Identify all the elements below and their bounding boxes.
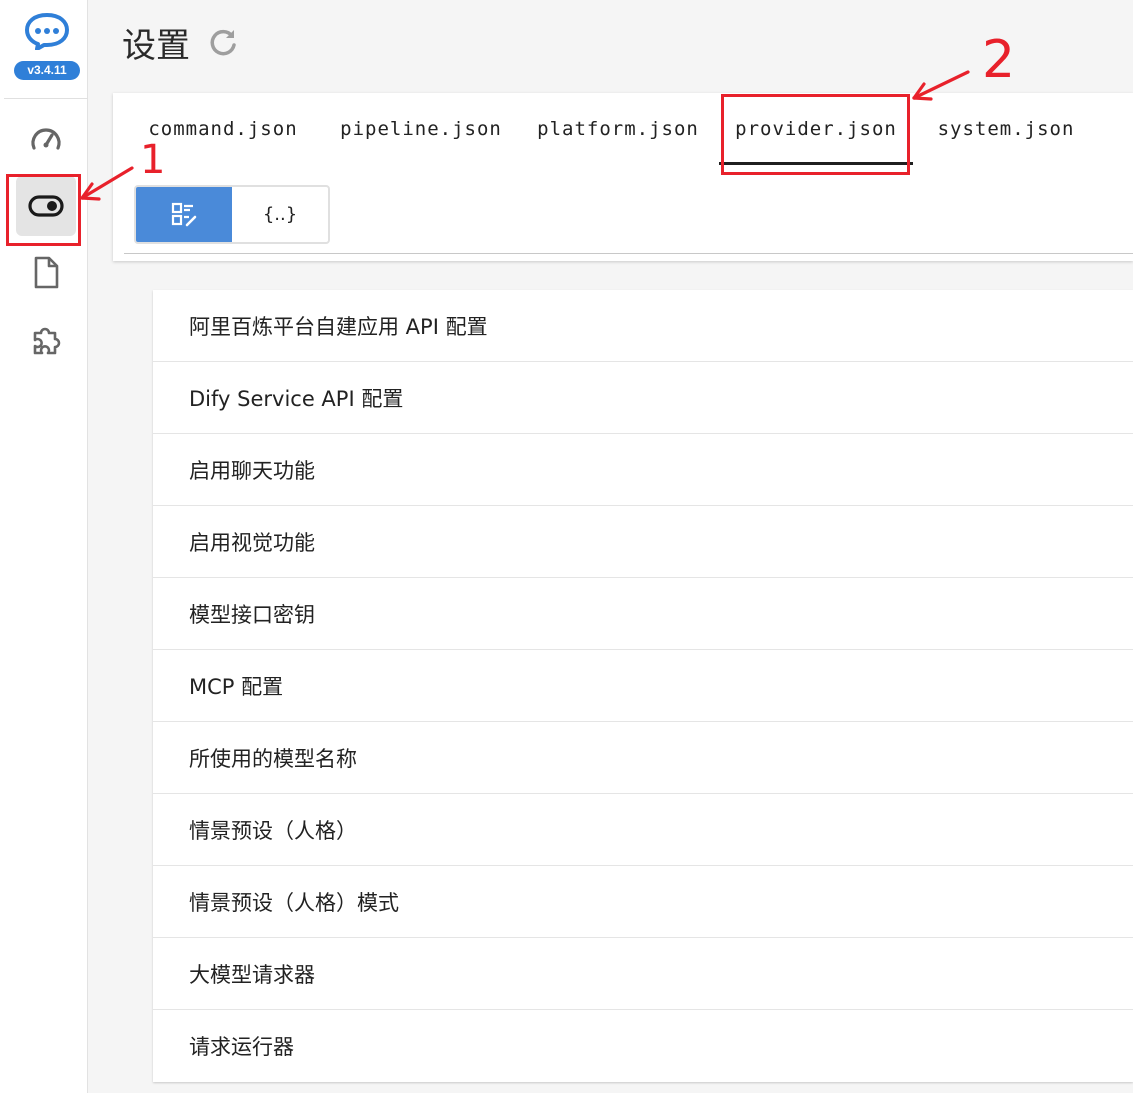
json-braces-icon: {..} [262, 204, 298, 225]
list-item-persona[interactable]: 情景预设（人格） [153, 794, 1133, 866]
puzzle-plugin-icon [33, 327, 61, 355]
list-item-mcp-config[interactable]: MCP 配置 [153, 650, 1133, 722]
settings-list: 阿里百炼平台自建应用 API 配置 Dify Service API 配置 启用… [153, 290, 1133, 1082]
sidebar-item-plugins[interactable] [16, 309, 76, 369]
list-item-request-runner[interactable]: 请求运行器 [153, 1010, 1133, 1082]
refresh-icon[interactable] [207, 26, 239, 58]
version-badge: v3.4.11 [14, 61, 80, 80]
document-icon [34, 256, 59, 289]
sidebar: v3.4.11 [0, 0, 88, 1093]
json-view-button[interactable]: {..} [232, 187, 328, 242]
config-file-tabs: command.json pipeline.json platform.json… [113, 93, 1133, 175]
annotation-number-1: 1 [140, 137, 166, 183]
sidebar-item-dashboard[interactable] [16, 110, 76, 170]
list-item-persona-mode[interactable]: 情景预设（人格）模式 [153, 866, 1133, 938]
tab-platform-json[interactable]: platform.json [529, 93, 707, 165]
card-divider [124, 253, 1133, 254]
form-view-button[interactable] [136, 187, 232, 242]
annotation-box-2 [721, 94, 910, 175]
dashboard-gauge-icon [31, 128, 61, 150]
config-card: command.json pipeline.json platform.json… [113, 93, 1133, 261]
tab-pipeline-json[interactable]: pipeline.json [335, 93, 507, 165]
list-item-llm-requester[interactable]: 大模型请求器 [153, 938, 1133, 1010]
view-mode-toggle: {..} [134, 185, 330, 244]
list-item-enable-vision[interactable]: 启用视觉功能 [153, 506, 1133, 578]
sidebar-divider [4, 98, 88, 99]
chat-bubble-logo-icon [25, 13, 69, 50]
page-title: 设置 [122, 26, 190, 66]
form-view-icon [171, 202, 197, 226]
list-item-model-keys[interactable]: 模型接口密钥 [153, 578, 1133, 650]
list-item-dify-api[interactable]: Dify Service API 配置 [153, 362, 1133, 434]
list-item-model-name[interactable]: 所使用的模型名称 [153, 722, 1133, 794]
sidebar-item-documents[interactable] [16, 243, 76, 303]
annotation-box-1 [6, 174, 81, 246]
annotation-number-2: 2 [982, 30, 1016, 90]
list-item-enable-chat[interactable]: 启用聊天功能 [153, 434, 1133, 506]
list-item-bailian-api[interactable]: 阿里百炼平台自建应用 API 配置 [153, 290, 1133, 362]
tab-system-json[interactable]: system.json [927, 93, 1085, 165]
